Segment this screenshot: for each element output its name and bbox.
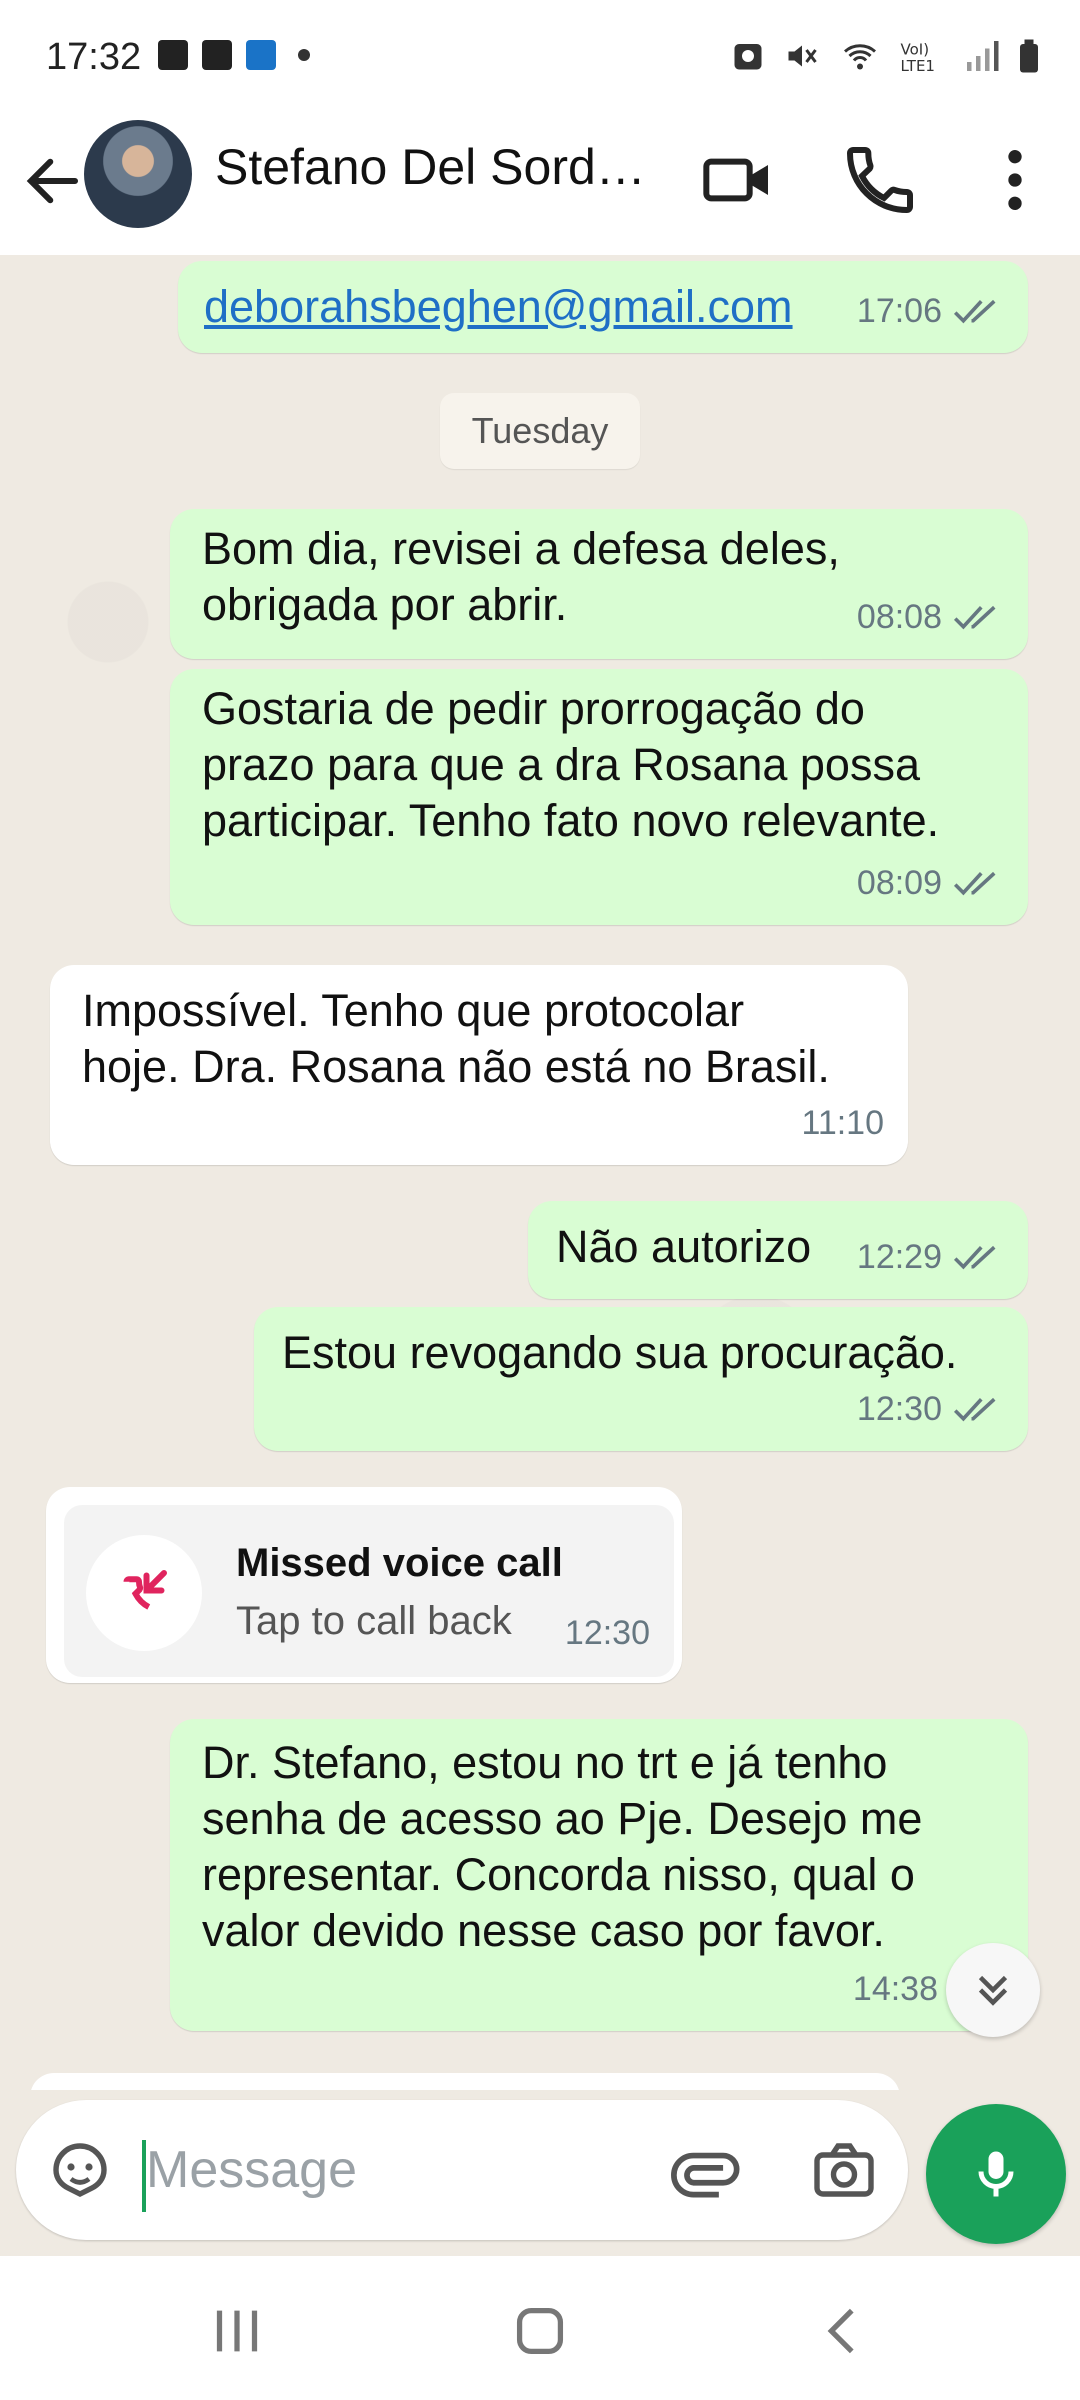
chat-header: Stefano Del Sordo... [0, 110, 1080, 256]
voice-message-button[interactable] [926, 2104, 1066, 2244]
message-meta: 17:06 [857, 283, 1004, 339]
incoming-message[interactable]: Impossível. Tenho que protocolar hoje. D… [50, 965, 908, 1165]
outgoing-message[interactable]: Bom dia, revisei a defesa deles, obrigad… [170, 509, 1028, 659]
message-time: 12:29 [856, 1238, 942, 1276]
double-check-icon [953, 1397, 996, 1422]
date-chip: Tuesday [440, 393, 640, 469]
status-time: 17:32 [46, 36, 142, 78]
status-bar: 17:32 VoI) LTE1 [0, 0, 1080, 110]
message-time: 14:38 [852, 1970, 938, 2008]
app-notification-icon [246, 40, 276, 70]
message-time: 08:08 [856, 598, 942, 636]
double-check-icon [953, 871, 996, 896]
video-call-icon[interactable] [698, 140, 778, 220]
message-time: 08:09 [856, 864, 942, 902]
gallery-notification-icon [158, 40, 188, 70]
outgoing-message[interactable]: Dr. Stefano, estou no trt e já tenho sen… [170, 1719, 1028, 2031]
message-meta: 08:09 [857, 855, 1004, 911]
message-meta: 11:10 [801, 1095, 884, 1151]
chat-area[interactable]: deborahsbeghen@gmail.com 17:06 Tuesday B… [0, 255, 1080, 2090]
message-time: 12:30 [856, 1390, 942, 1428]
outgoing-message[interactable]: Estou revogando sua procuração. 12:30 [254, 1307, 1028, 1451]
missed-call-card[interactable]: Missed voice call Tap to call back 12:30 [64, 1505, 674, 1677]
notification-icons [158, 40, 310, 70]
missed-call-icon-circle [86, 1535, 202, 1651]
back-arrow-icon[interactable] [20, 148, 86, 214]
outgoing-message[interactable]: deborahsbeghen@gmail.com 17:06 [178, 261, 1028, 353]
recent-apps-icon[interactable] [202, 2296, 272, 2366]
message-meta: 14:38 [853, 1961, 938, 2017]
sticker-icon[interactable] [44, 2134, 116, 2206]
double-check-icon [953, 1245, 996, 1270]
back-nav-icon[interactable] [808, 2296, 878, 2366]
more-options-icon[interactable] [975, 140, 1055, 220]
signal-icon [967, 41, 999, 71]
missed-call-title: Missed voice call [236, 1541, 563, 1585]
missed-call-icon [123, 1570, 167, 1610]
message-text: Gostaria de pedir prorrogação do prazo p… [202, 683, 940, 846]
message-text: Não autorizo [556, 1221, 812, 1272]
incoming-message[interactable] [30, 2073, 900, 2090]
message-input-bar: Message [16, 2100, 908, 2240]
message-meta: 08:08 [857, 589, 1004, 645]
call-back-link[interactable]: Tap to call back [236, 1593, 512, 1649]
double-check-icon [953, 605, 996, 630]
system-status-icons: VoI) LTE1 [730, 38, 1042, 74]
camera-icon[interactable] [808, 2134, 880, 2206]
message-meta: 12:30 [857, 1381, 1004, 1437]
scroll-to-bottom-button[interactable] [946, 1943, 1040, 2037]
double-check-icon [953, 299, 996, 324]
system-navigation-bar [0, 2256, 1080, 2400]
more-notifications-dot-icon [298, 49, 310, 61]
message-input[interactable]: Message [146, 2140, 357, 2200]
battery-icon [1020, 39, 1038, 73]
message-time: 12:30 [564, 1614, 650, 1652]
message-text: Dr. Stefano, estou no trt e já tenho sen… [202, 1737, 923, 1956]
email-link[interactable]: deborahsbeghen@gmail.com [204, 279, 793, 335]
home-icon[interactable] [505, 2296, 575, 2366]
message-text: Impossível. Tenho que protocolar hoje. D… [82, 985, 830, 1092]
message-meta: 12:29 [857, 1229, 1004, 1285]
outgoing-message[interactable]: Gostaria de pedir prorrogação do prazo p… [170, 669, 1028, 925]
mute-icon [788, 45, 817, 67]
check-notification-icon [202, 40, 232, 70]
volte-icon: VoI)LTE1 [901, 41, 935, 75]
message-time: 17:06 [856, 292, 942, 330]
contact-name[interactable]: Stefano Del Sordo... [215, 138, 665, 196]
chevron-double-down-icon [978, 1975, 1008, 2006]
message-text: Estou revogando sua procuração. [282, 1327, 958, 1378]
wifi-icon [844, 44, 876, 70]
message-text: Bom dia, revisei a defesa deles, obrigad… [202, 523, 840, 630]
svg-text:LTE1: LTE1 [901, 57, 935, 74]
missed-call-bubble[interactable]: Missed voice call Tap to call back 12:30 [46, 1487, 682, 1683]
message-time: 11:10 [801, 1104, 884, 1142]
outgoing-message[interactable]: Não autorizo 12:29 [528, 1201, 1028, 1299]
contact-avatar[interactable] [84, 120, 192, 228]
voice-call-icon[interactable] [840, 140, 920, 220]
svg-text:VoI): VoI) [901, 41, 930, 59]
recycle-icon [734, 44, 762, 70]
microphone-icon [978, 2151, 1014, 2197]
paperclip-icon[interactable] [668, 2134, 740, 2206]
